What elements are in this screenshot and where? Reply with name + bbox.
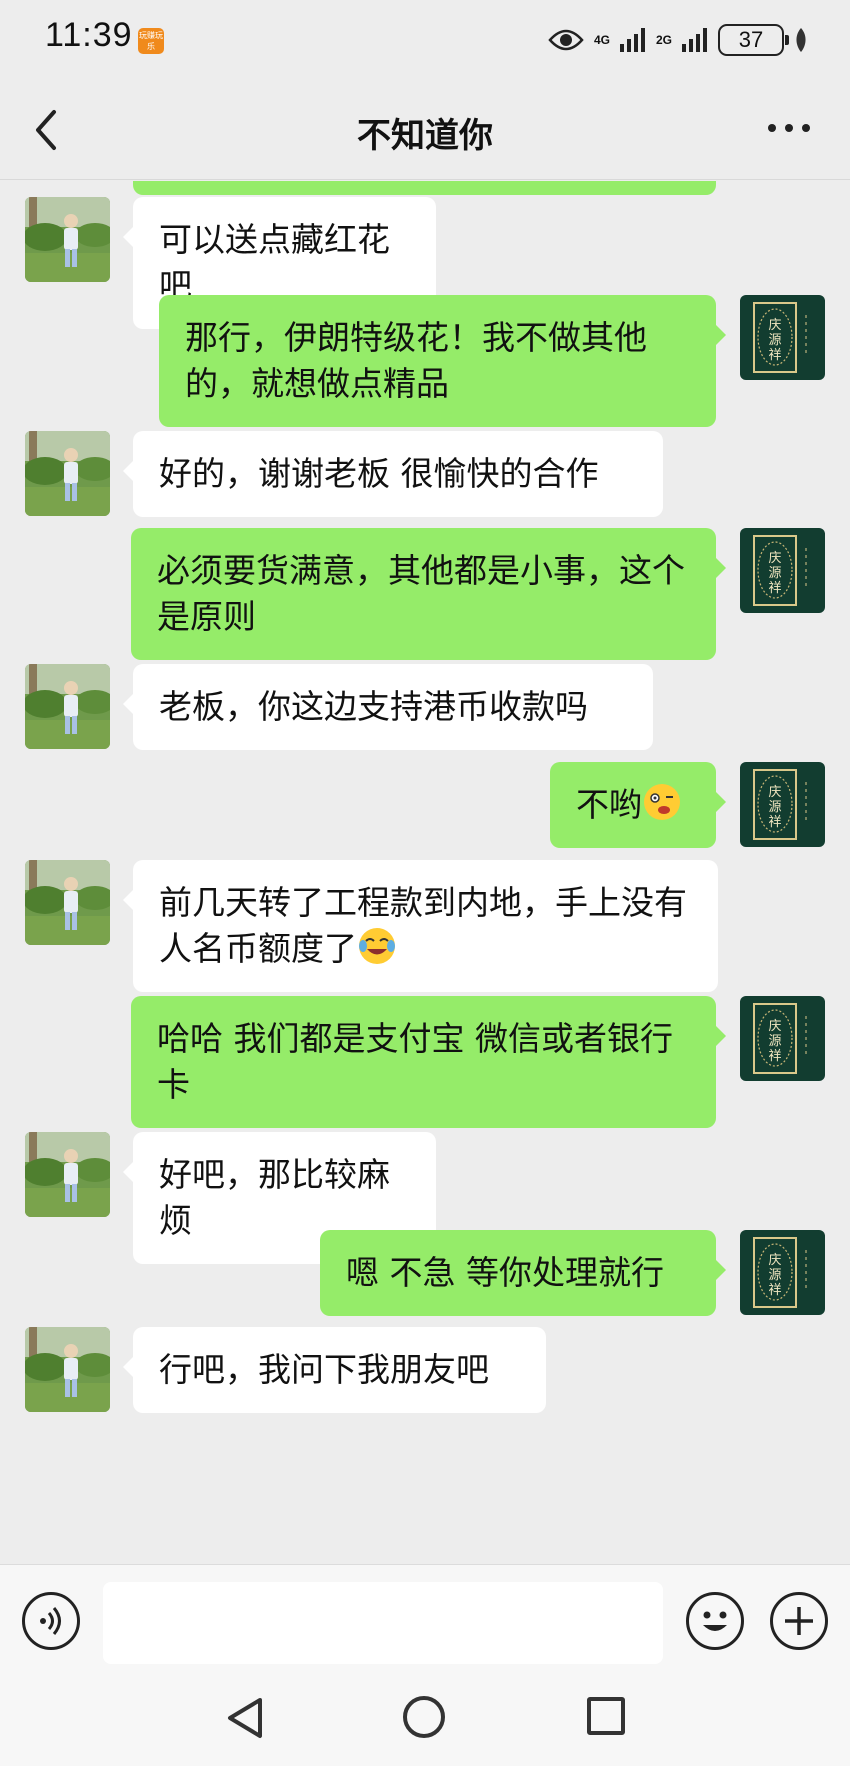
contact-avatar[interactable] [25, 1132, 110, 1217]
message-text: 必须要货满意，其他都是小事，这个是原则 [157, 551, 685, 636]
sent-message: 庆源祥 嗯 不急 等你处理就行 [0, 1230, 850, 1316]
more-options-icon[interactable] [768, 124, 810, 134]
message-bubble[interactable]: 好的，谢谢老板 很愉快的合作 [123, 431, 663, 517]
message-input[interactable] [103, 1582, 663, 1664]
nav-recent-apps-icon[interactable] [587, 1697, 625, 1735]
partial-sent-bubble [133, 181, 716, 195]
sent-message: 庆源祥哈哈 我们都是支付宝 微信或者银行卡 [0, 996, 850, 1128]
status-time: 11:39 [45, 16, 133, 54]
nav-back-icon[interactable] [222, 1694, 270, 1742]
message-bubble[interactable]: 老板，你这边支持港币收款吗 [123, 664, 653, 750]
chat-title: 不知道你 [357, 116, 493, 156]
message-list[interactable]: 可以送点藏红花吧庆源祥那行，伊朗特级花！我不做其他的，就想做点精品 好的，谢谢老板… [0, 181, 850, 1564]
svg-text:祥: 祥 [768, 1049, 781, 1064]
signal-icon-2 [682, 28, 708, 52]
svg-text:庆: 庆 [768, 785, 781, 800]
crying-laughing-emoji-icon [357, 926, 397, 966]
svg-text:庆: 庆 [768, 318, 781, 333]
received-message: 好的，谢谢老板 很愉快的合作 [0, 431, 850, 517]
message-bubble[interactable]: 行吧，我问下我朋友吧 [123, 1327, 546, 1413]
svg-text:庆: 庆 [768, 551, 781, 566]
svg-text:祥: 祥 [768, 1283, 781, 1298]
svg-text:源: 源 [768, 333, 781, 348]
signal-icon [619, 28, 646, 52]
message-bubble[interactable]: 必须要货满意，其他都是小事，这个是原则 [131, 528, 726, 660]
input-bar [0, 1564, 850, 1674]
my-avatar[interactable]: 庆源祥 [740, 528, 825, 613]
received-message: 好吧，那比较麻烦 [0, 1132, 850, 1264]
message-text: 行吧，我问下我朋友吧 [159, 1350, 489, 1389]
sent-message: 庆源祥 不哟 [0, 762, 850, 848]
svg-text:源: 源 [768, 1268, 781, 1283]
svg-text:庆: 庆 [768, 1019, 781, 1034]
app-badge-label: 玩赚玩乐 [139, 31, 163, 51]
system-nav-bar [0, 1674, 850, 1766]
battery-level: 37 [738, 27, 764, 52]
received-message: 可以送点藏红花吧 [0, 197, 850, 329]
smiley-icon[interactable] [686, 1592, 744, 1650]
message-text: 嗯 不急 等你处理就行 [346, 1253, 664, 1292]
message-text: 哈哈 我们都是支付宝 微信或者银行卡 [157, 1019, 673, 1104]
message-text: 不哟 [576, 785, 642, 824]
message-text: 可以送点藏红花吧 [159, 220, 390, 305]
contact-avatar[interactable] [25, 197, 110, 282]
contact-avatar[interactable] [25, 860, 110, 945]
svg-text:源: 源 [768, 800, 781, 815]
my-avatar[interactable]: 庆源祥 [740, 996, 825, 1081]
nav-home-icon[interactable] [403, 1696, 445, 1738]
message-bubble[interactable]: 前几天转了工程款到内地，手上没有人名币额度了 [123, 860, 718, 992]
message-text: 好的，谢谢老板 很愉快的合作 [159, 454, 599, 493]
message-bubble[interactable]: 那行，伊朗特级花！我不做其他的，就想做点精品 [159, 295, 726, 427]
svg-text:庆: 庆 [768, 1253, 781, 1268]
received-message: 老板，你这边支持港币收款吗 [0, 664, 850, 750]
received-message: 行吧，我问下我朋友吧 [0, 1327, 850, 1413]
received-message: 前几天转了工程款到内地，手上没有人名币额度了 [0, 860, 850, 992]
svg-text:源: 源 [768, 566, 781, 581]
svg-text:源: 源 [768, 1034, 781, 1049]
my-avatar[interactable]: 庆源祥 [740, 295, 825, 380]
leaf-icon [794, 28, 808, 52]
svg-text:祥: 祥 [768, 815, 781, 830]
message-bubble[interactable]: 哈哈 我们都是支付宝 微信或者银行卡 [131, 996, 726, 1128]
contact-avatar[interactable] [25, 431, 110, 516]
message-text: 前几天转了工程款到内地，手上没有人名币额度了 [159, 883, 687, 968]
message-bubble[interactable]: 嗯 不急 等你处理就行 [320, 1230, 726, 1316]
network-2g-label: 2G [655, 33, 672, 47]
network-4g-label: 4G [593, 33, 610, 47]
message-text: 好吧，那比较麻烦 [159, 1155, 390, 1240]
chat-header: 不知道你 [0, 80, 850, 180]
contact-avatar[interactable] [25, 1327, 110, 1412]
my-avatar[interactable]: 庆源祥 [740, 762, 825, 847]
sent-message: 庆源祥 那行，伊朗特级花！我不做其他的，就想做点精品 [0, 295, 850, 427]
status-icons: 4G 2G 37 [548, 22, 808, 58]
message-text: 那行，伊朗特级花！我不做其他的，就想做点精品 [185, 318, 647, 403]
eye-icon [548, 28, 584, 52]
sent-message: 庆源祥必须要货满意，其他都是小事，这个是原则 [0, 528, 850, 660]
battery-icon: 37 [718, 24, 789, 56]
svg-text:祥: 祥 [768, 581, 781, 596]
contact-avatar[interactable] [25, 664, 110, 749]
my-avatar[interactable]: 庆源祥 [740, 1230, 825, 1315]
voice-icon[interactable] [22, 1592, 80, 1650]
svg-text:祥: 祥 [768, 348, 781, 363]
app-notification-badge: 玩赚玩乐 [138, 28, 164, 54]
message-bubble[interactable]: 不哟 [550, 762, 726, 848]
plus-icon[interactable] [770, 1592, 828, 1650]
status-bar: 11:39 玩赚玩乐 4G 2G 37 [0, 0, 850, 80]
dizzy-face-emoji-icon [642, 782, 682, 822]
message-text: 老板，你这边支持港币收款吗 [159, 687, 588, 726]
